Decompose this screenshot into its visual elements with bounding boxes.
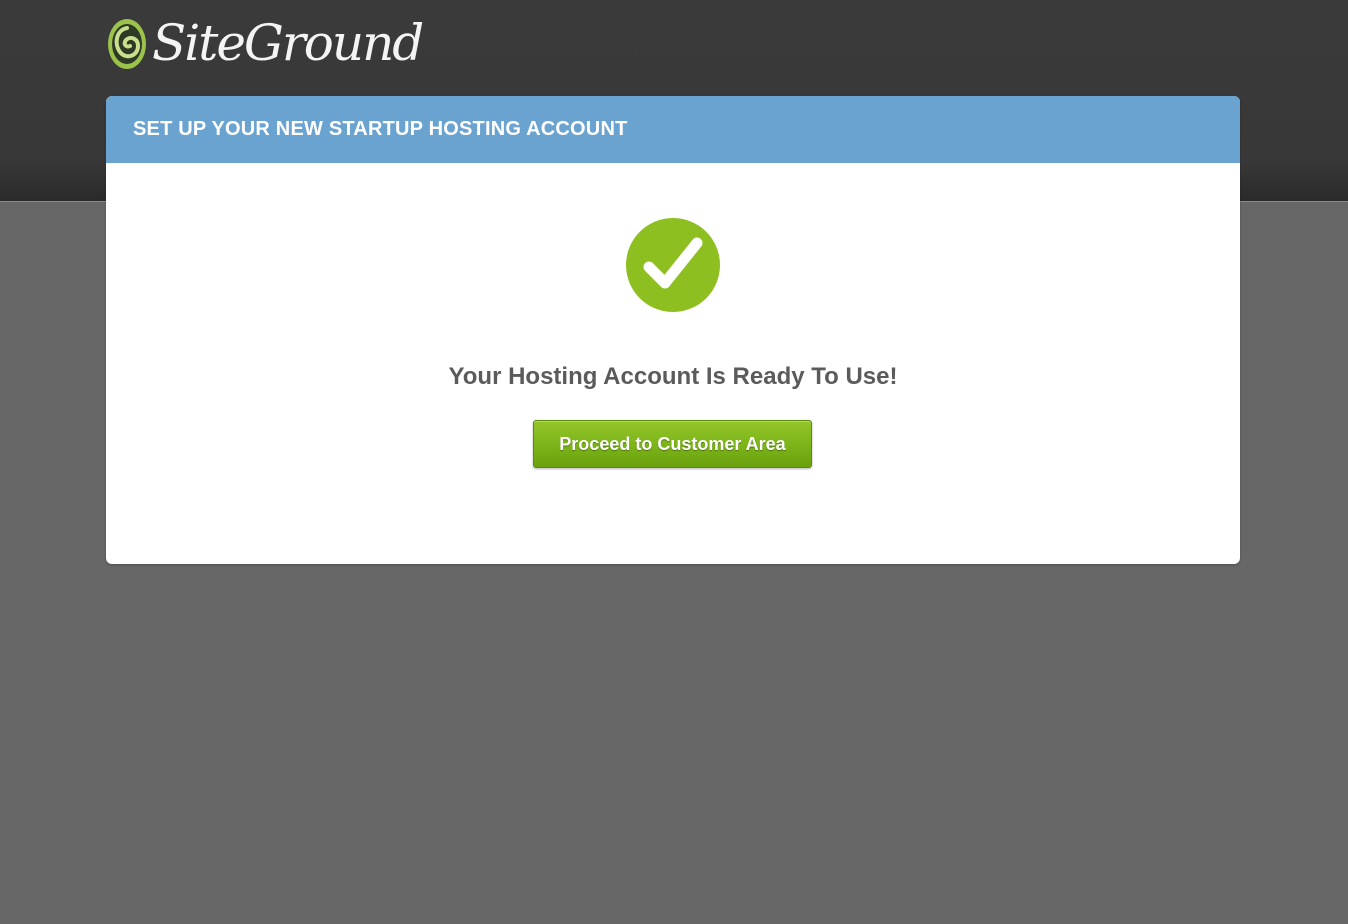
panel-body: Your Hosting Account Is Ready To Use! Pr… [106, 163, 1240, 564]
brand-name: SiteGround [152, 14, 424, 72]
proceed-to-customer-area-button[interactable]: Proceed to Customer Area [533, 420, 812, 468]
status-message: Your Hosting Account Is Ready To Use! [448, 363, 898, 390]
panel-title: SET UP YOUR NEW STARTUP HOSTING ACCOUNT [133, 118, 628, 140]
siteground-swirl-icon [108, 19, 146, 69]
siteground-logo[interactable]: SiteGround [106, 12, 424, 74]
setup-panel: SET UP YOUR NEW STARTUP HOSTING ACCOUNT … [106, 96, 1240, 564]
panel-header: SET UP YOUR NEW STARTUP HOSTING ACCOUNT [106, 96, 1240, 163]
checkmark-circle-icon [626, 218, 720, 312]
